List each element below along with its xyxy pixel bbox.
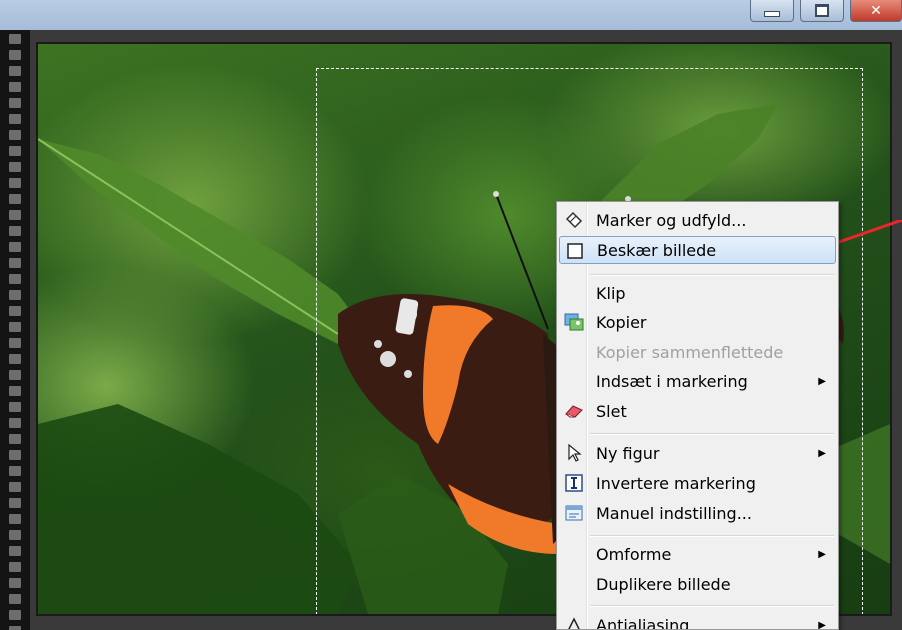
film-sprocket-hole <box>9 434 21 444</box>
menu-item-label: Manuel indstilling... <box>596 503 752 523</box>
eraser-icon <box>564 401 584 421</box>
context-menu: Marker og udfyld... Beskær billede Klip … <box>556 201 839 630</box>
menu-item-indsaet-i-markering[interactable]: Indsæt i markering ▶ <box>559 367 836 395</box>
manual-settings-icon <box>564 503 584 523</box>
submenu-arrow-icon: ▶ <box>818 619 826 630</box>
crop-icon <box>565 241 585 261</box>
window-titlebar: ✕ <box>0 0 902 30</box>
film-sprocket-hole <box>9 386 21 396</box>
menu-item-label: Antialiasing <box>596 615 690 630</box>
film-sprocket-hole <box>9 258 21 268</box>
submenu-arrow-icon: ▶ <box>818 447 826 459</box>
close-button[interactable]: ✕ <box>850 0 902 22</box>
menu-item-manuel-indstilling[interactable]: Manuel indstilling... <box>559 499 836 527</box>
film-sprocket-hole <box>9 466 21 476</box>
menu-item-kopier-sammenflettede: Kopier sammenflettede <box>559 338 836 366</box>
film-sprocket-hole <box>9 418 21 428</box>
film-sprocket-hole <box>9 194 21 204</box>
film-sprocket-hole <box>9 322 21 332</box>
film-sprocket-hole <box>9 210 21 220</box>
menu-item-antialiasing[interactable]: Antialiasing ▶ <box>559 611 836 630</box>
menu-item-kopier[interactable]: Kopier <box>559 308 836 336</box>
menu-item-label: Omforme <box>596 544 672 564</box>
menu-separator <box>590 433 834 435</box>
menu-item-label: Indsæt i markering <box>596 371 748 391</box>
maximize-button[interactable] <box>800 0 844 22</box>
film-sprocket-hole <box>9 450 21 460</box>
film-sprocket-hole <box>9 594 21 604</box>
copy-image-icon <box>564 312 584 332</box>
film-sprocket-hole <box>9 130 21 140</box>
menu-item-marker-og-udfyld[interactable]: Marker og udfyld... <box>559 206 836 234</box>
minimize-icon <box>764 10 780 17</box>
triangle-icon <box>564 615 584 629</box>
film-sprocket-hole <box>9 514 21 524</box>
submenu-arrow-icon: ▶ <box>818 548 826 560</box>
film-sprocket-hole <box>9 82 21 92</box>
film-sprocket-hole <box>9 402 21 412</box>
menu-separator <box>590 274 834 276</box>
menu-item-label: Kopier <box>596 312 647 332</box>
film-sprocket-hole <box>9 34 21 44</box>
menu-separator <box>590 605 834 607</box>
menu-item-label: Invertere markering <box>596 473 756 493</box>
magic-fill-icon <box>564 210 584 230</box>
film-sprocket-hole <box>9 354 21 364</box>
menu-separator <box>590 535 834 537</box>
film-sprocket-hole <box>9 290 21 300</box>
menu-item-beskaer-billede[interactable]: Beskær billede <box>559 236 836 264</box>
film-sprocket-hole <box>9 530 21 540</box>
film-sprocket-hole <box>9 178 21 188</box>
minimize-button[interactable] <box>750 0 794 22</box>
menu-item-label: Beskær billede <box>597 240 717 260</box>
film-sprocket-hole <box>9 578 21 588</box>
menu-item-label: Klip <box>596 283 626 303</box>
submenu-arrow-icon: ▶ <box>818 375 826 387</box>
invert-selection-icon <box>564 473 584 493</box>
cursor-icon <box>564 443 584 463</box>
film-sprocket-hole <box>9 626 21 630</box>
film-sprocket-hole <box>9 306 21 316</box>
film-sprocket-hole <box>9 338 21 348</box>
film-sprocket-hole <box>9 610 21 620</box>
menu-item-klip[interactable]: Klip <box>559 279 836 307</box>
maximize-icon <box>815 4 829 17</box>
film-sprocket-hole <box>9 66 21 76</box>
menu-item-slet[interactable]: Slet <box>559 397 836 425</box>
film-sprocket-hole <box>9 162 21 172</box>
film-sprocket-hole <box>9 482 21 492</box>
menu-item-ny-figur[interactable]: Ny figur ▶ <box>559 439 836 467</box>
film-sprocket-hole <box>9 242 21 252</box>
film-sprocket-hole <box>9 370 21 380</box>
close-icon: ✕ <box>870 2 882 19</box>
film-sprocket-hole <box>9 562 21 572</box>
film-sprocket-hole <box>9 146 21 156</box>
menu-item-duplikere-billede[interactable]: Duplikere billede <box>559 570 836 598</box>
menu-item-label: Duplikere billede <box>596 574 731 594</box>
menu-item-label: Ny figur <box>596 443 660 463</box>
menu-item-omforme[interactable]: Omforme ▶ <box>559 540 836 568</box>
film-sprocket-hole <box>9 546 21 556</box>
filmstrip-border <box>0 30 30 630</box>
menu-item-label: Marker og udfyld... <box>596 210 747 230</box>
menu-item-label: Kopier sammenflettede <box>596 342 784 362</box>
film-sprocket-hole <box>9 226 21 236</box>
film-sprocket-hole <box>9 50 21 60</box>
film-sprocket-hole <box>9 114 21 124</box>
menu-item-label: Slet <box>596 401 627 421</box>
menu-item-invertere-markering[interactable]: Invertere markering <box>559 469 836 497</box>
film-sprocket-hole <box>9 498 21 508</box>
film-sprocket-hole <box>9 274 21 284</box>
film-sprocket-hole <box>9 98 21 108</box>
